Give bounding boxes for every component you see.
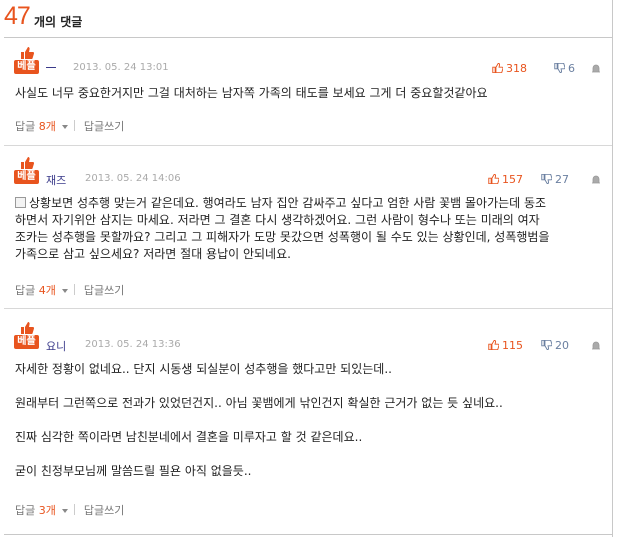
document-icon bbox=[15, 197, 26, 208]
siren-icon[interactable] bbox=[591, 63, 601, 73]
divider bbox=[73, 284, 75, 295]
right-border bbox=[612, 0, 613, 537]
comment-footer: 답글 3개 답글쓰기 bbox=[15, 502, 124, 518]
best-badge-group: 베플 bbox=[14, 322, 39, 349]
comment-date: 2013. 05. 24 14:06 bbox=[85, 173, 181, 184]
author-name[interactable] bbox=[46, 61, 56, 74]
comment-body: 사실도 너무 중요한거지만 그걸 대처하는 남자쪽 가족의 태도를 보세요 그게… bbox=[15, 86, 488, 100]
upvote-button[interactable]: 157 bbox=[488, 173, 523, 186]
thumbs-down-icon bbox=[541, 339, 553, 351]
reply-toggle[interactable]: 답글 8개 bbox=[15, 120, 68, 133]
downvote-button[interactable]: 27 bbox=[541, 173, 569, 186]
comment-date: 2013. 05. 24 13:01 bbox=[73, 62, 169, 73]
comments-header: 47 개의 댓글 bbox=[4, 0, 614, 34]
thumbs-up-icon bbox=[492, 62, 504, 74]
downvote-button[interactable]: 6 bbox=[554, 62, 575, 75]
best-comment: 베플 재즈 2013. 05. 24 14:06 157 27 상황보면 성추행… bbox=[4, 145, 612, 309]
bottom-border bbox=[4, 534, 612, 535]
best-badge-group: 베플 bbox=[14, 157, 39, 184]
best-badge-group: 베플 bbox=[14, 47, 39, 74]
upvote-button[interactable]: 318 bbox=[492, 62, 527, 75]
author-name[interactable]: 재즈 bbox=[46, 172, 66, 188]
author-name[interactable]: 요니 bbox=[46, 338, 66, 354]
best-badge: 베플 bbox=[14, 170, 39, 184]
divider bbox=[73, 504, 75, 515]
comment-date: 2013. 05. 24 13:36 bbox=[85, 339, 181, 350]
best-badge: 베플 bbox=[14, 335, 39, 349]
reply-toggle[interactable]: 답글 3개 bbox=[15, 504, 68, 517]
best-comment: 베플 요니 2013. 05. 24 13:36 115 20 자세한 정황이 … bbox=[4, 308, 612, 535]
best-badge: 베플 bbox=[14, 60, 39, 74]
comment-body: 상황보면 성추행 맞는거 같은데요. 행여라도 남자 집안 감싸주고 싶다고 엄… bbox=[15, 196, 550, 261]
anonymous-dash bbox=[46, 67, 56, 68]
comment-count-label: 개의 댓글 bbox=[34, 15, 83, 29]
divider bbox=[73, 120, 75, 131]
write-reply-link[interactable]: 답글쓰기 bbox=[84, 504, 124, 517]
chevron-down-icon bbox=[61, 289, 68, 293]
thumbs-down-icon bbox=[554, 62, 566, 74]
write-reply-link[interactable]: 답글쓰기 bbox=[84, 284, 124, 297]
chevron-down-icon bbox=[61, 125, 68, 129]
thumbs-up-icon bbox=[20, 47, 34, 59]
comment-body: 자세한 정황이 없네요.. 단지 시동생 되실분이 성추행을 했다고만 되있는데… bbox=[15, 362, 503, 478]
reply-toggle[interactable]: 답글 4개 bbox=[15, 284, 68, 297]
downvote-button[interactable]: 20 bbox=[541, 339, 569, 352]
upvote-button[interactable]: 115 bbox=[488, 339, 523, 352]
thumbs-down-icon bbox=[541, 173, 553, 185]
comment-footer: 답글 4개 답글쓰기 bbox=[15, 282, 124, 298]
thumbs-up-icon bbox=[20, 322, 34, 334]
best-comment: 베플 2013. 05. 24 13:01 318 6 사실도 너무 중요한거지… bbox=[4, 37, 612, 146]
comment-count: 47 bbox=[4, 2, 31, 30]
thumbs-up-icon bbox=[488, 339, 500, 351]
chevron-down-icon bbox=[61, 509, 68, 513]
thumbs-up-icon bbox=[20, 157, 34, 169]
comment-footer: 답글 8개 답글쓰기 bbox=[15, 118, 124, 134]
write-reply-link[interactable]: 답글쓰기 bbox=[84, 120, 124, 133]
siren-icon[interactable] bbox=[591, 174, 601, 184]
thumbs-up-icon bbox=[488, 173, 500, 185]
siren-icon[interactable] bbox=[591, 340, 601, 350]
